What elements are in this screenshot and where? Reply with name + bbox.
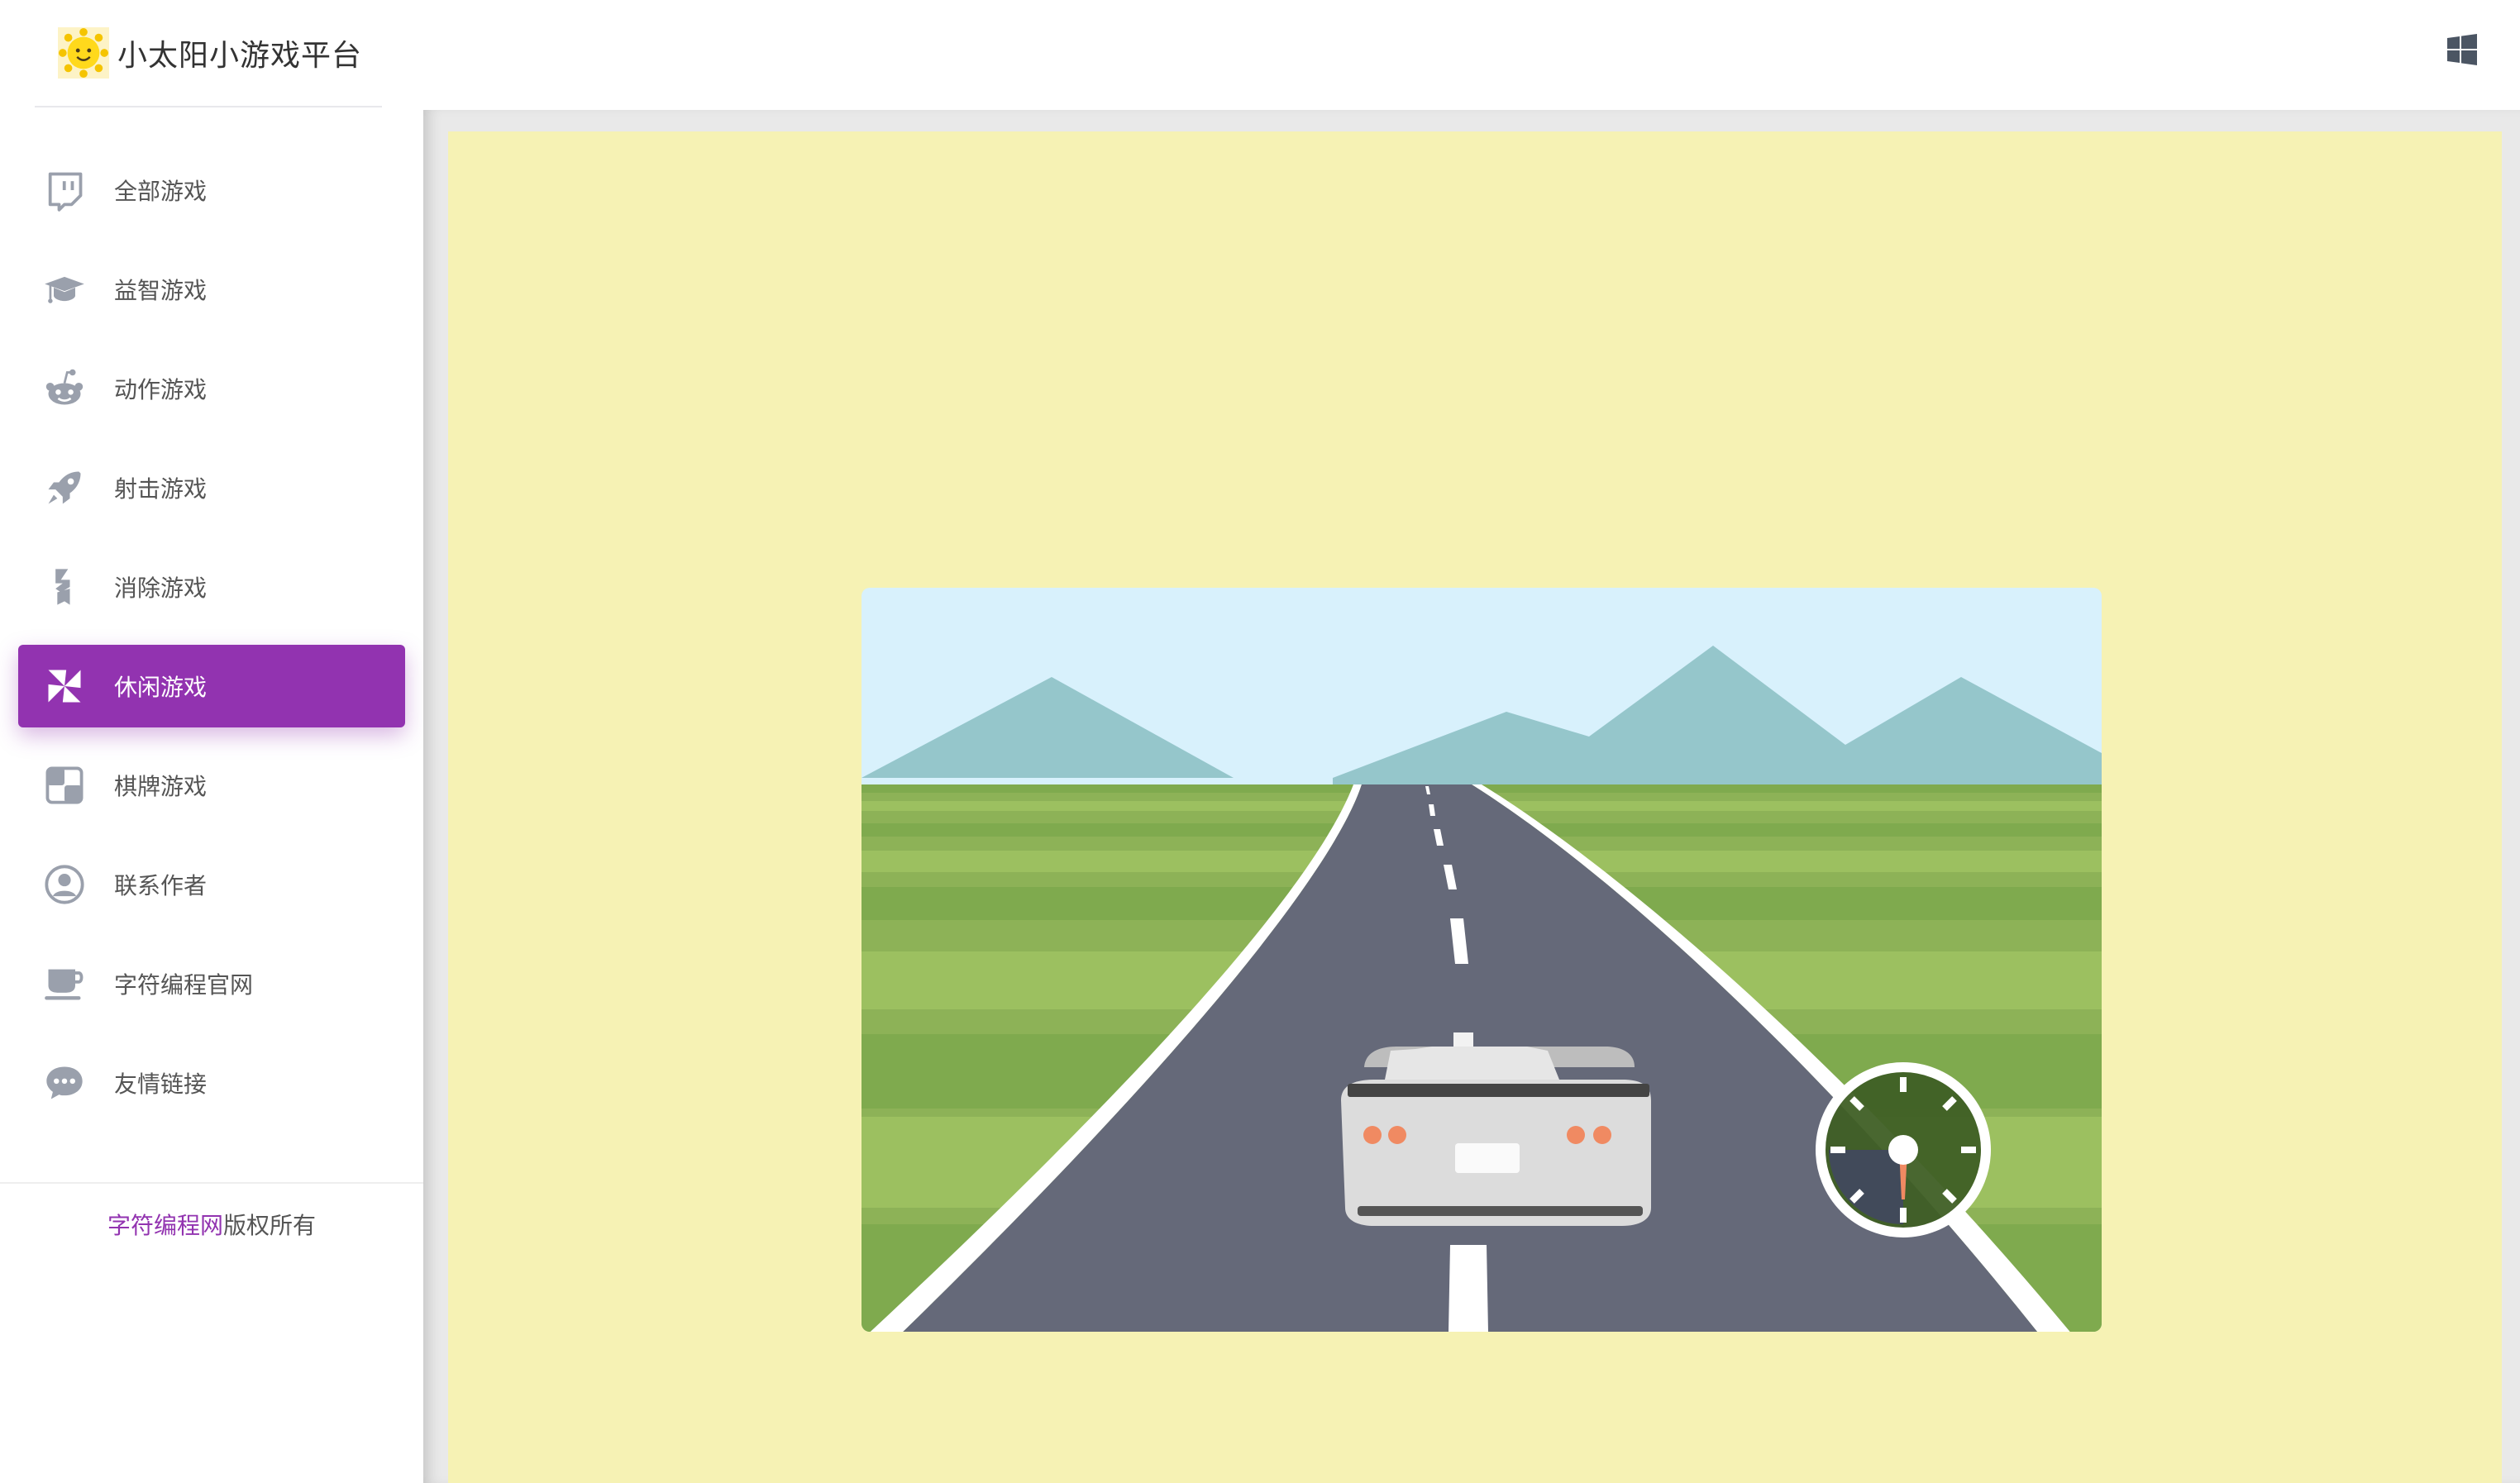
sidebar-item-all-games[interactable]: 全部游戏	[18, 149, 405, 231]
logo[interactable]: 小太阳小游戏平台	[35, 0, 382, 107]
footer-link[interactable]: 字符编程网	[107, 1208, 223, 1241]
sidebar-item-official-site[interactable]: 字符编程官网	[18, 942, 405, 1025]
sidebar-nav: 全部游戏 益智游戏 动作游戏 射击游戏 消除游戏 休闲游戏 棋牌游戏 联系作者 …	[0, 149, 423, 1141]
sidebar-item-label: 动作游戏	[114, 376, 208, 403]
sidebar-item-shooter-games[interactable]: 射击游戏	[18, 446, 405, 529]
sidebar-item-label: 消除游戏	[114, 575, 208, 602]
sidebar-item-action-games[interactable]: 动作游戏	[18, 347, 405, 430]
footer-copyright: 版权所有	[223, 1212, 317, 1239]
racing-game-thumbnail[interactable]	[861, 588, 2102, 1332]
app-root: 小太阳小游戏平台 全部游戏 益智游戏 动作游戏 射击游戏 消除游戏 休闲游戏 棋…	[0, 0, 2520, 1483]
sidebar-item-match-games[interactable]: 消除游戏	[18, 546, 405, 628]
sidebar-item-casual-games[interactable]: 休闲游戏	[18, 645, 405, 727]
app-title: 小太阳小游戏平台	[117, 39, 363, 73]
windows-icon[interactable]	[2446, 33, 2479, 66]
sidebar-item-board-games[interactable]: 棋牌游戏	[18, 744, 405, 827]
speedometer	[1816, 1062, 1991, 1237]
sidebar-item-puzzle-games[interactable]: 益智游戏	[18, 248, 405, 331]
sidebar-item-label: 棋牌游戏	[114, 773, 208, 800]
chat-bubble-icon	[41, 1060, 88, 1106]
game-area[interactable]	[448, 131, 2502, 1483]
sidebar: 小太阳小游戏平台 全部游戏 益智游戏 动作游戏 射击游戏 消除游戏 休闲游戏 棋…	[0, 0, 423, 1483]
graduation-cap-icon	[41, 266, 88, 312]
reddit-icon	[41, 365, 88, 412]
sidebar-item-label: 字符编程官网	[114, 971, 254, 999]
sidebar-item-label: 联系作者	[114, 872, 208, 899]
rocket-icon	[41, 465, 88, 511]
sidebar-item-label: 益智游戏	[114, 277, 208, 304]
user-circle-icon	[41, 861, 88, 908]
main-content	[423, 110, 2520, 1483]
sidebar-item-label: 射击游戏	[114, 475, 208, 503]
sidebar-footer: 字符编程网 版权所有	[0, 1182, 423, 1265]
sun-logo-icon	[58, 27, 109, 79]
sidebar-item-label: 友情链接	[114, 1071, 208, 1098]
car	[1341, 1032, 1651, 1226]
top-header	[423, 0, 2520, 110]
bolt-shape-icon	[41, 564, 88, 610]
sidebar-item-label: 全部游戏	[114, 178, 208, 205]
sidebar-item-friend-links[interactable]: 友情链接	[18, 1042, 405, 1124]
sidebar-item-contact-author[interactable]: 联系作者	[18, 843, 405, 926]
checkerboard-icon	[41, 762, 88, 808]
sidebar-item-label: 休闲游戏	[114, 674, 208, 701]
coffee-cup-icon	[41, 961, 88, 1007]
pinwheel-icon	[41, 663, 88, 709]
twitch-icon	[41, 167, 88, 213]
